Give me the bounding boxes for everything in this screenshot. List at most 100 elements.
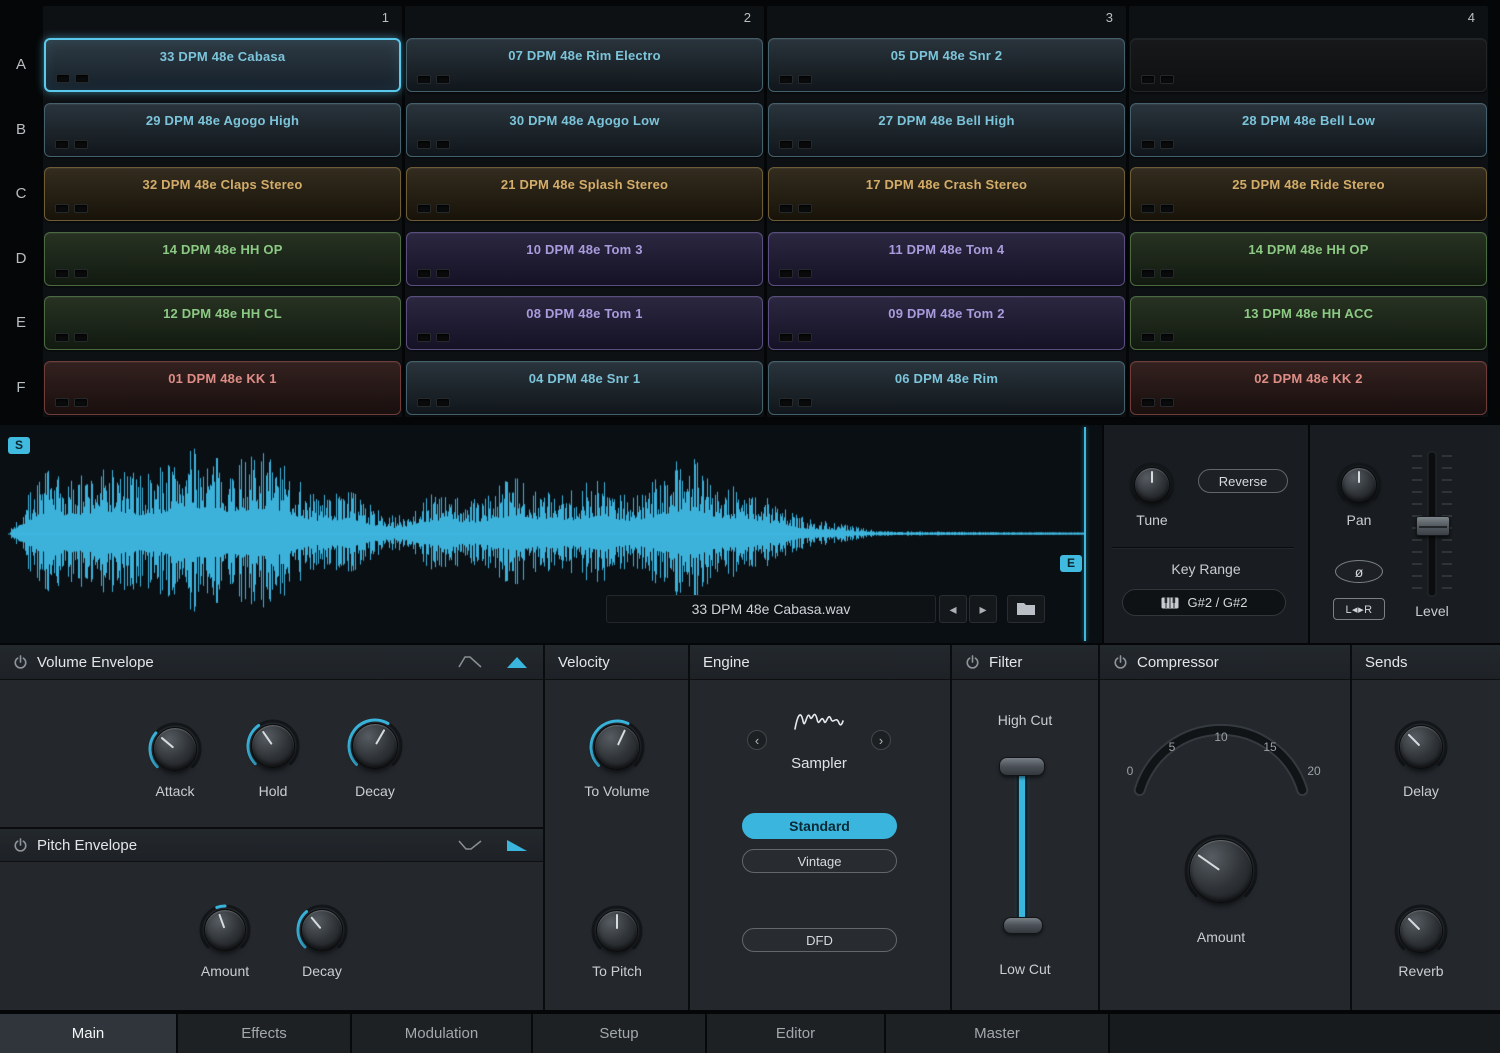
section-title: Volume Envelope — [37, 653, 154, 671]
engine-next-button[interactable]: › — [871, 730, 891, 750]
tab-modulation[interactable]: Modulation — [352, 1014, 533, 1053]
pad-leds — [55, 204, 88, 213]
sample-name-field[interactable]: 33 DPM 48e Cabasa.wav — [606, 595, 936, 623]
decay-knob[interactable] — [347, 718, 403, 774]
pad-B4[interactable]: 28 DPM 48e Bell Low — [1130, 102, 1487, 157]
ahd-envelope-icon[interactable] — [457, 654, 483, 670]
attack-label: Attack — [155, 783, 195, 799]
pad-F2[interactable]: 04 DPM 48e Snr 1 — [406, 360, 763, 415]
pad-F4[interactable]: 02 DPM 48e KK 2 — [1130, 360, 1487, 415]
high-cut-handle[interactable] — [999, 757, 1045, 776]
engine-prev-button[interactable]: ‹ — [747, 730, 767, 750]
column-number: 1 — [381, 10, 389, 25]
tab-main[interactable]: Main — [0, 1014, 178, 1053]
pad-A4[interactable] — [1130, 38, 1487, 92]
tune-knob[interactable] — [1129, 462, 1175, 508]
pad-label: 05 DPM 48e Snr 2 — [890, 48, 1003, 63]
pad-A3[interactable]: 05 DPM 48e Snr 2 — [768, 38, 1125, 92]
pad-leds — [779, 204, 812, 213]
pitch-decay-knob[interactable] — [296, 904, 348, 956]
pad-D1[interactable]: 14 DPM 48e HH OP — [44, 231, 401, 286]
pad-C2[interactable]: 21 DPM 48e Splash Stereo — [406, 167, 763, 221]
reverse-button[interactable]: Reverse — [1198, 469, 1288, 493]
triangle-envelope-icon[interactable] — [504, 654, 530, 670]
pad-leds — [417, 75, 450, 84]
pad-D3[interactable]: 11 DPM 48e Tom 4 — [768, 231, 1125, 286]
tab-master[interactable]: Master — [886, 1014, 1110, 1053]
phase-invert-button[interactable]: ø — [1335, 560, 1383, 583]
filter-slider-track[interactable] — [1016, 758, 1028, 933]
pad-A2[interactable]: 07 DPM 48e Rim Electro — [406, 38, 763, 92]
pad-A1[interactable]: 33 DPM 48e Cabasa — [44, 38, 401, 92]
velocity-to-volume-knob[interactable] — [589, 719, 645, 775]
pad-E4[interactable]: 13 DPM 48e HH ACC — [1130, 296, 1487, 350]
compressor-amount-knob[interactable] — [1184, 834, 1258, 908]
dfd-button[interactable]: DFD — [742, 928, 897, 952]
ramp-envelope-icon[interactable] — [504, 837, 530, 853]
attack-knob[interactable] — [148, 722, 202, 776]
tab-editor[interactable]: Editor — [707, 1014, 886, 1053]
hold-knob[interactable] — [246, 719, 300, 773]
sample-end-marker[interactable]: E — [1060, 555, 1082, 572]
pad-label: 06 DPM 48e Rim — [894, 370, 999, 386]
low-cut-handle[interactable] — [1003, 917, 1043, 934]
tab-effects[interactable]: Effects — [178, 1014, 352, 1053]
vintage-button[interactable]: Vintage — [742, 849, 897, 873]
pad-C1[interactable]: 32 DPM 48e Claps Stereo — [44, 167, 401, 221]
pitch-decay-label: Decay — [302, 963, 342, 979]
power-icon[interactable] — [1113, 654, 1128, 670]
section-title: Velocity — [558, 653, 610, 671]
low-cut-label: Low Cut — [999, 961, 1051, 977]
pad-leds — [1141, 139, 1174, 149]
section-title: Filter — [989, 653, 1023, 671]
reverb-label: Reverb — [1398, 963, 1444, 979]
pad-B2[interactable]: 30 DPM 48e Agogo Low — [406, 102, 763, 157]
sample-start-marker[interactable]: S — [8, 437, 30, 454]
pitch-amount-label: Amount — [200, 963, 250, 979]
key-range-value[interactable]: G#2 / G#2 — [1122, 589, 1286, 616]
pad-D2[interactable]: 10 DPM 48e Tom 3 — [406, 231, 763, 286]
tab-setup[interactable]: Setup — [533, 1014, 707, 1053]
pad-C3[interactable]: 17 DPM 48e Crash Stereo — [768, 167, 1125, 221]
sample-end-line[interactable] — [1084, 427, 1086, 641]
velocity-header: Velocity — [545, 645, 688, 680]
delay-send-knob[interactable] — [1394, 720, 1448, 774]
pad-B3[interactable]: 27 DPM 48e Bell High — [768, 102, 1125, 157]
dip-envelope-icon[interactable] — [457, 837, 483, 853]
filter-slider-fill — [1019, 767, 1025, 922]
pad-E3[interactable]: 09 DPM 48e Tom 2 — [768, 296, 1125, 350]
browse-folder-button[interactable] — [1007, 595, 1045, 623]
engine-mode-label: Sampler — [791, 755, 847, 772]
next-sample-button[interactable]: ▸ — [969, 595, 997, 623]
power-icon[interactable] — [965, 654, 980, 670]
pad-F3[interactable]: 06 DPM 48e Rim — [768, 360, 1125, 415]
pad-F1[interactable]: 01 DPM 48e KK 1 — [44, 360, 401, 415]
compressor-header: Compressor — [1100, 645, 1350, 680]
pad-label: 28 DPM 48e Bell Low — [1241, 112, 1376, 128]
pad-E2[interactable]: 08 DPM 48e Tom 1 — [406, 296, 763, 350]
pad-C4[interactable]: 25 DPM 48e Ride Stereo — [1130, 167, 1487, 221]
section-title: Engine — [703, 653, 750, 671]
pitch-amount-knob[interactable] — [199, 904, 251, 956]
pad-B1[interactable]: 29 DPM 48e Agogo High — [44, 102, 401, 157]
pad-E1[interactable]: 12 DPM 48e HH CL — [44, 296, 401, 350]
pan-knob[interactable] — [1336, 462, 1382, 508]
pad-label: 32 DPM 48e Claps Stereo — [142, 177, 303, 192]
standard-button[interactable]: Standard — [742, 813, 897, 839]
prev-sample-button[interactable]: ◂ — [939, 595, 967, 623]
key-range-label: Key Range — [1171, 561, 1241, 577]
stereo-width-button[interactable]: L◂▸R — [1333, 598, 1385, 620]
level-fader-handle[interactable] — [1416, 516, 1450, 536]
pad-label: 14 DPM 48e HH OP — [162, 241, 283, 257]
pad-label: 30 DPM 48e Agogo Low — [509, 112, 660, 128]
reverb-send-knob[interactable] — [1394, 904, 1448, 958]
column-number: 2 — [743, 10, 751, 25]
velocity-to-pitch-knob[interactable] — [591, 905, 643, 957]
pitch-envelope-header: Pitch Envelope — [0, 829, 543, 862]
pad-leds — [1141, 268, 1174, 278]
pad-D4[interactable]: 14 DPM 48e HH OP — [1130, 231, 1487, 286]
power-icon[interactable] — [13, 654, 28, 670]
pad-label: 12 DPM 48e HH CL — [163, 306, 282, 321]
power-icon[interactable] — [13, 837, 28, 853]
pad-leds — [417, 268, 450, 278]
